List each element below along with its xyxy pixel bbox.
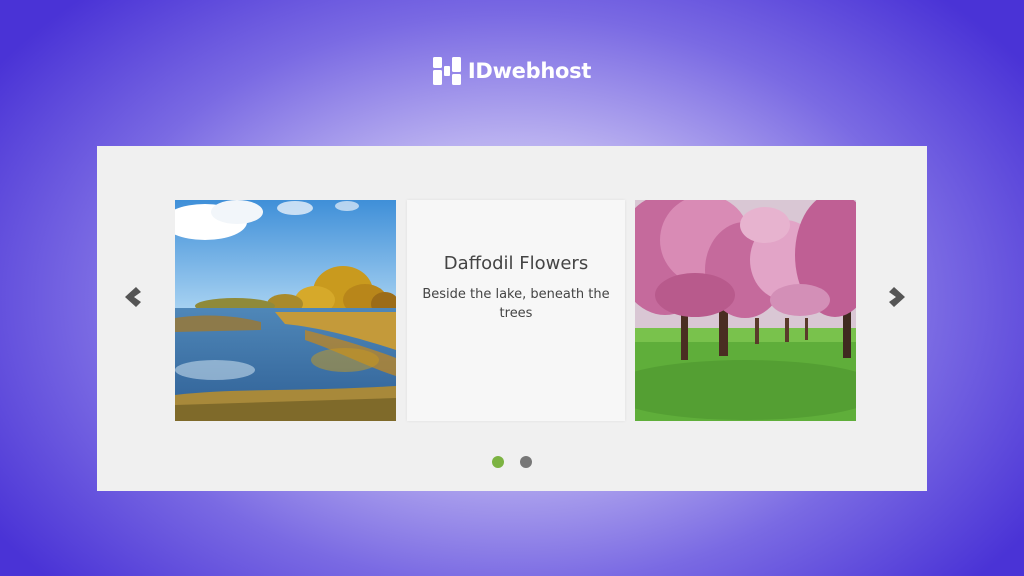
- pagination-dot-2[interactable]: [520, 456, 532, 468]
- chevron-right-icon: [889, 287, 905, 307]
- slide-title: Daffodil Flowers: [443, 253, 589, 274]
- brand: IDwebhost: [0, 57, 1024, 85]
- pagination-dot-1-active[interactable]: [492, 456, 504, 468]
- idwebhost-logo-icon: [432, 57, 461, 85]
- brand-name: IDwebhost: [467, 59, 592, 83]
- previous-slide-button[interactable]: [121, 284, 143, 310]
- cherry-blossom-trees-photo: [635, 200, 856, 421]
- slide-autumn-lake[interactable]: [175, 200, 396, 421]
- chevron-left-icon: [125, 287, 141, 307]
- image-carousel: Daffodil Flowers Beside the lake, beneat…: [97, 146, 927, 491]
- carousel-pagination: [97, 456, 927, 468]
- next-slide-button[interactable]: [887, 284, 909, 310]
- slide-caption-card: Daffodil Flowers Beside the lake, beneat…: [407, 200, 625, 421]
- autumn-lake-photo: [175, 200, 396, 421]
- slide-cherry-blossom[interactable]: [635, 200, 856, 421]
- slide-description: Beside the lake, beneath the trees: [422, 287, 610, 321]
